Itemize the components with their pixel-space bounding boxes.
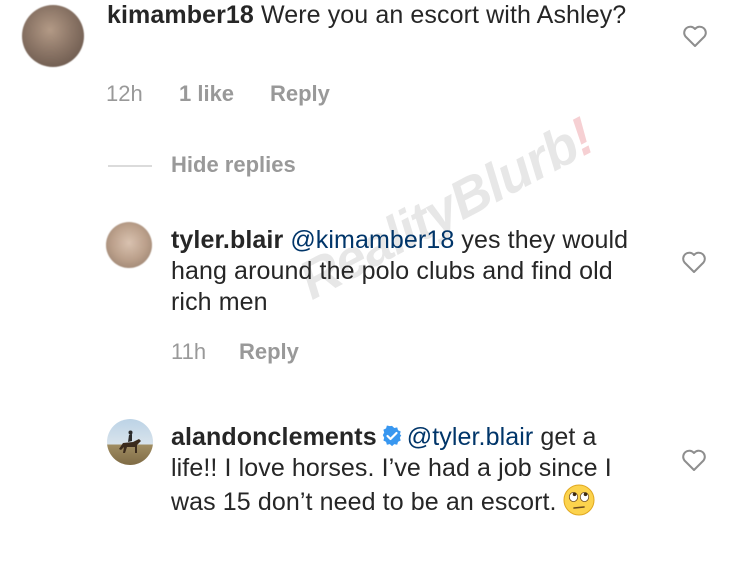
- verified-badge-icon: [382, 425, 401, 447]
- comment-mention[interactable]: @tyler.blair: [407, 423, 534, 451]
- comment-text: Were you an escort with Ashley?: [260, 1, 627, 29]
- like-heart-icon[interactable]: [682, 24, 708, 48]
- avatar-tyler-blair[interactable]: [106, 222, 152, 268]
- reply-button[interactable]: Reply: [239, 339, 299, 365]
- hide-replies-label[interactable]: Hide replies: [171, 152, 296, 178]
- comment-body: alandonclements @tyler.blair get a life!…: [171, 422, 641, 518]
- comment-username[interactable]: kimamber18: [107, 1, 254, 29]
- rolling-eyes-emoji-icon: [563, 484, 595, 516]
- comment-meta: 12h 1 like Reply: [106, 81, 406, 107]
- avatar-kimamber18[interactable]: [22, 5, 84, 67]
- comment-time: 12h: [106, 81, 143, 106]
- divider-line: [108, 165, 152, 167]
- comment-username[interactable]: tyler.blair: [171, 226, 283, 254]
- reply-button[interactable]: Reply: [270, 81, 330, 107]
- comment-body: tyler.blair @kimamber18 yes they would h…: [171, 225, 641, 318]
- comment-username[interactable]: alandonclements: [171, 423, 377, 451]
- comment-mention[interactable]: @kimamber18: [290, 226, 454, 254]
- comment-meta: 11h Reply: [171, 339, 371, 365]
- avatar-alandonclements[interactable]: [107, 419, 153, 465]
- comment-like-count[interactable]: 1 like: [179, 81, 234, 107]
- horse-rider-photo: [119, 430, 141, 453]
- comment-body: kimamber18 Were you an escort with Ashle…: [107, 0, 627, 31]
- like-heart-icon[interactable]: [681, 448, 707, 472]
- like-heart-icon[interactable]: [681, 250, 707, 274]
- comment-time: 11h: [171, 339, 207, 364]
